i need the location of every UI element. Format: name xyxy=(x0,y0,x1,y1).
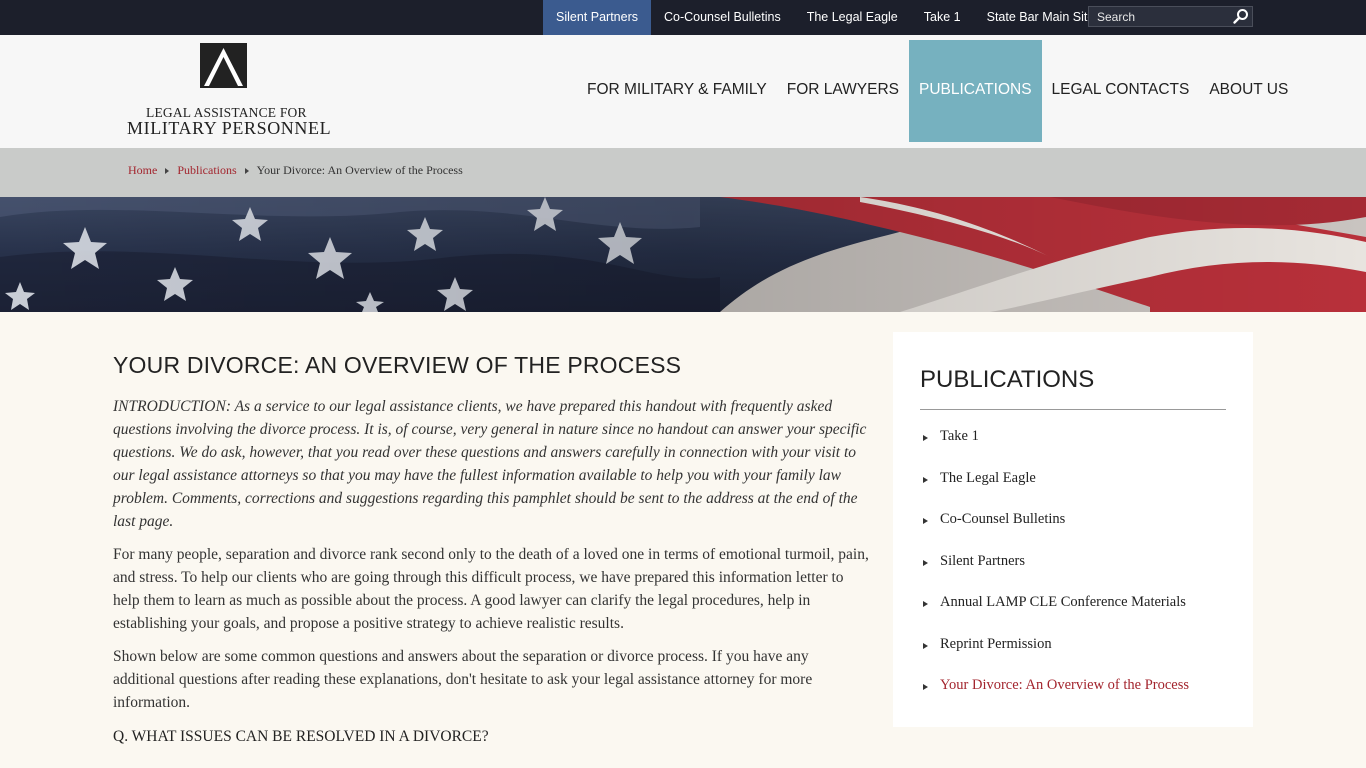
site-logo[interactable]: LEGAL ASSISTANCE FOR MILITARY PERSONNEL xyxy=(127,43,331,138)
arrow-right-icon xyxy=(923,518,928,524)
breadcrumb-arrow-icon xyxy=(165,167,170,174)
question-heading: Q. WHAT ISSUES CAN BE RESOLVED IN A DIVO… xyxy=(113,728,489,745)
breadcrumb-home[interactable]: Home xyxy=(128,163,157,178)
flag-banner-image xyxy=(0,197,1366,312)
top-utility-bar: Silent Partners Co-Counsel Bulletins The… xyxy=(0,0,1366,35)
sidebar-link[interactable]: Reprint Permission xyxy=(940,636,1052,653)
article-paragraph: Shown below are some common questions an… xyxy=(113,648,813,711)
arrow-right-icon xyxy=(923,684,928,690)
arrow-right-icon xyxy=(923,559,928,566)
utility-links: Silent Partners Co-Counsel Bulletins The… xyxy=(543,0,1107,35)
logo-text-line2: MILITARY PERSONNEL xyxy=(127,118,332,138)
article-content: YOUR DIVORCE: AN OVERVIEW OF THE PROCESS… xyxy=(113,352,873,746)
nav-about-us[interactable]: ABOUT US xyxy=(1199,40,1298,142)
sidebar-item-your-divorce: Your Divorce: An Overview of the Process xyxy=(923,677,1189,719)
main-navigation: FOR MILITARY & FAMILY FOR LAWYERS PUBLIC… xyxy=(577,40,1298,142)
top-link-silent-partners[interactable]: Silent Partners xyxy=(543,0,651,35)
site-header: LEGAL ASSISTANCE FOR MILITARY PERSONNEL … xyxy=(0,35,1366,148)
article-paragraph: For many people, separation and divorce … xyxy=(113,546,869,632)
sidebar-item-legal-eagle: The Legal Eagle xyxy=(923,470,1189,512)
sidebar-item-silent-partners: Silent Partners xyxy=(923,553,1189,595)
sidebar-item-reprint-permission: Reprint Permission xyxy=(923,636,1189,678)
nav-military-family[interactable]: FOR MILITARY & FAMILY xyxy=(577,40,777,142)
nav-publications[interactable]: PUBLICATIONS xyxy=(908,40,1042,142)
nav-for-lawyers[interactable]: FOR LAWYERS xyxy=(777,40,909,142)
top-link-co-counsel-bulletins[interactable]: Co-Counsel Bulletins xyxy=(651,0,794,35)
sidebar-link[interactable]: Silent Partners xyxy=(940,553,1025,570)
search-input[interactable] xyxy=(1089,7,1229,26)
nav-legal-contacts[interactable]: LEGAL CONTACTS xyxy=(1042,40,1200,142)
sidebar-title: PUBLICATIONS xyxy=(920,366,1095,393)
breadcrumb-publications[interactable]: Publications xyxy=(177,163,236,178)
sidebar-link[interactable]: Co-Counsel Bulletins xyxy=(940,511,1065,528)
breadcrumb-bar: Home Publications Your Divorce: An Overv… xyxy=(0,148,1366,197)
arrow-right-icon xyxy=(923,476,928,483)
arrow-right-icon xyxy=(923,642,928,649)
sidebar-link[interactable]: The Legal Eagle xyxy=(940,470,1036,487)
sidebar-divider xyxy=(920,409,1226,410)
sidebar-item-lamp-cle: Annual LAMP CLE Conference Materials xyxy=(923,594,1189,636)
arrow-right-icon xyxy=(923,601,928,607)
page-title: YOUR DIVORCE: AN OVERVIEW OF THE PROCESS xyxy=(113,352,682,378)
top-link-take-1[interactable]: Take 1 xyxy=(911,0,974,35)
search-box xyxy=(1088,6,1253,27)
arrow-right-icon xyxy=(923,435,928,441)
sidebar-link[interactable]: Take 1 xyxy=(940,428,979,445)
publications-sidebar: PUBLICATIONS Take 1 The Legal Eagle Co-C… xyxy=(893,332,1253,727)
breadcrumb-arrow-icon xyxy=(244,167,249,174)
search-icon[interactable] xyxy=(1232,8,1250,25)
sidebar-link-current[interactable]: Your Divorce: An Overview of the Process xyxy=(940,677,1189,694)
breadcrumb: Home Publications Your Divorce: An Overv… xyxy=(128,163,463,178)
sidebar-item-co-counsel-bulletins: Co-Counsel Bulletins xyxy=(923,511,1189,553)
sidebar-item-take-1: Take 1 xyxy=(923,428,1189,470)
sidebar-list: Take 1 The Legal Eagle Co-Counsel Bullet… xyxy=(923,428,1189,719)
sidebar-link[interactable]: Annual LAMP CLE Conference Materials xyxy=(940,594,1186,611)
article-introduction: INTRODUCTION: As a service to our legal … xyxy=(113,398,867,530)
top-link-legal-eagle[interactable]: The Legal Eagle xyxy=(794,0,911,35)
logo-mark-icon xyxy=(200,43,247,88)
breadcrumb-current: Your Divorce: An Overview of the Process xyxy=(256,163,463,177)
